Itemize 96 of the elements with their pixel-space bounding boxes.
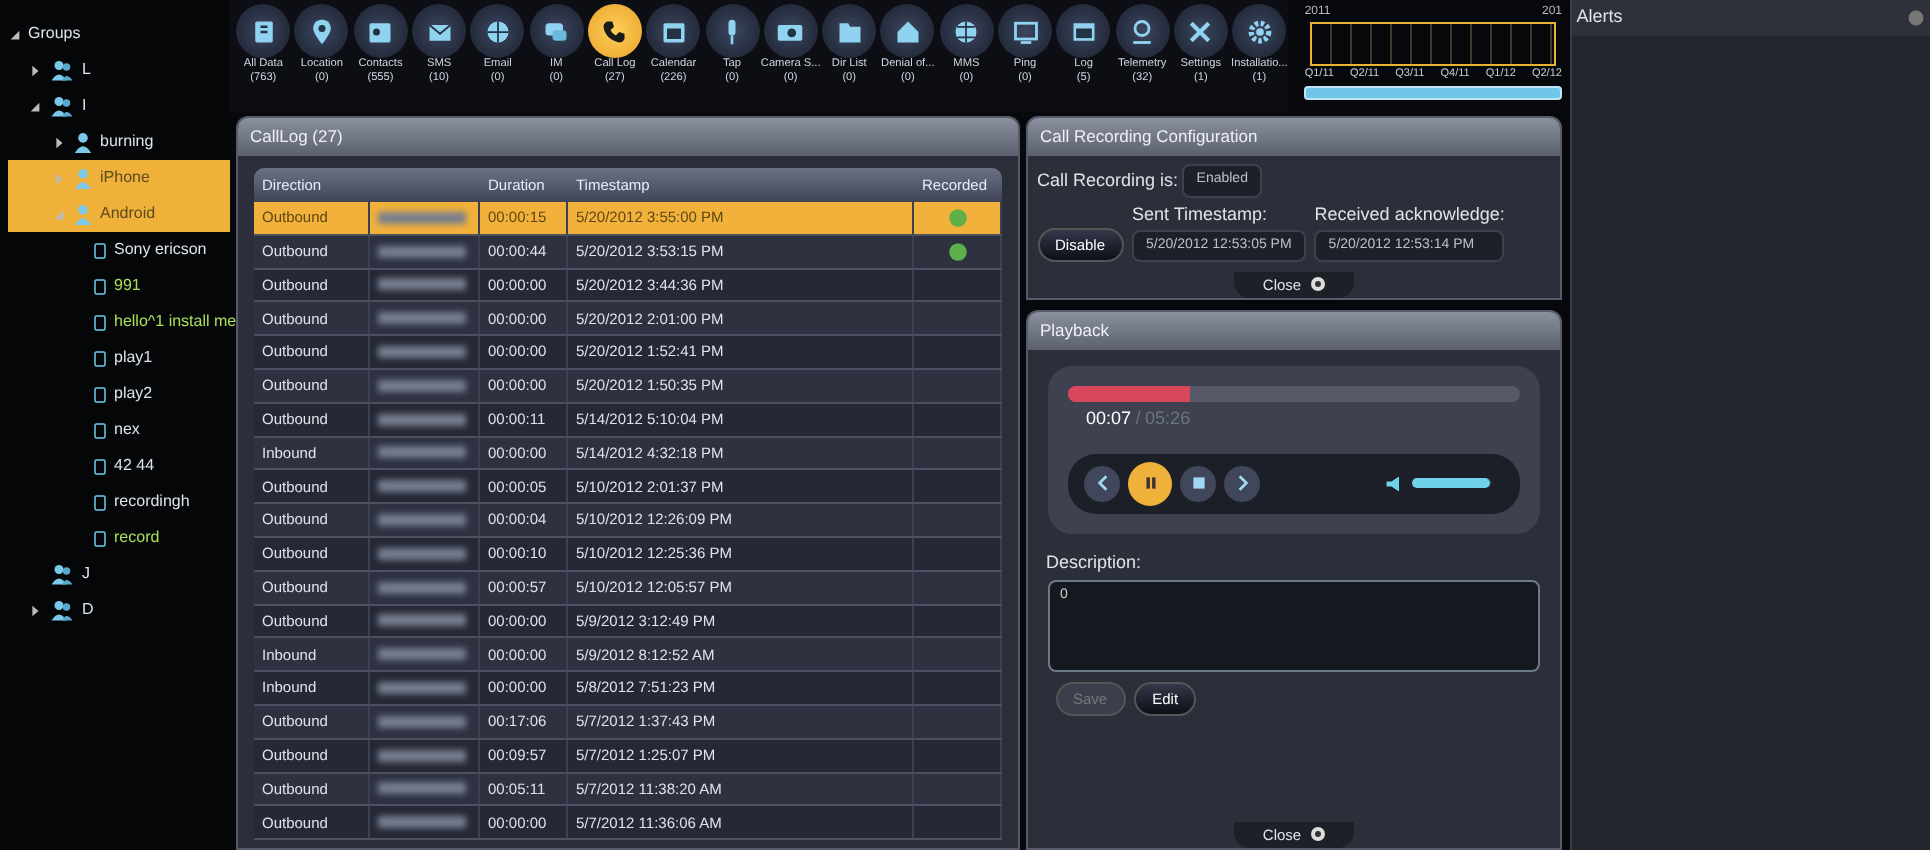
chat-icon <box>542 17 571 45</box>
blurred-number <box>378 816 466 829</box>
blurred-number <box>378 211 466 224</box>
blurred-number <box>378 278 466 291</box>
phone-icon <box>92 417 108 443</box>
next-button[interactable] <box>1224 465 1260 501</box>
tree-item[interactable]: L <box>82 58 91 82</box>
field-label: Received acknowledge: <box>1314 202 1505 228</box>
document-icon <box>249 17 278 45</box>
tree-item[interactable]: burning <box>100 130 154 154</box>
panel-menu-icon <box>1905 8 1926 28</box>
speaker-icon <box>1384 473 1404 493</box>
field-label: Call Recording is: <box>1037 167 1179 194</box>
people-icon <box>48 598 76 622</box>
panel-title: CallLog (27) <box>238 118 1018 156</box>
phone-icon <box>92 453 108 479</box>
previous-button[interactable] <box>1084 465 1120 501</box>
blurred-number <box>378 749 466 762</box>
tree-item[interactable]: D <box>82 598 94 622</box>
tools-icon <box>1186 17 1215 45</box>
panel-title: Playback <box>1028 312 1560 350</box>
next-icon <box>1233 474 1251 492</box>
phone-icon <box>92 489 108 515</box>
tree-item[interactable]: recordingh <box>114 490 190 514</box>
phone-icon <box>92 345 108 371</box>
tree-item[interactable]: hello^1 install me <box>114 310 237 334</box>
expanded-arrow-icon[interactable] <box>28 99 42 113</box>
phone-handset-icon <box>600 17 629 45</box>
blurred-number <box>378 547 466 560</box>
tree-item[interactable]: iPhone <box>100 166 150 190</box>
webcam-icon <box>1128 17 1157 45</box>
phone-icon <box>92 273 108 299</box>
tree-item[interactable]: 42 44 <box>114 454 155 478</box>
blurred-number <box>378 245 466 258</box>
collapsed-arrow-icon[interactable] <box>52 135 66 149</box>
timeline-scrollbar[interactable] <box>1304 86 1562 101</box>
blurred-number <box>378 514 466 527</box>
blurred-number <box>378 413 466 426</box>
folder-icon <box>835 17 864 45</box>
tree-item[interactable]: record <box>114 526 160 550</box>
tree-item[interactable]: nex <box>114 418 140 442</box>
blurred-number <box>378 782 466 795</box>
blurred-number <box>378 581 466 594</box>
pause-button[interactable] <box>1128 461 1172 505</box>
panel-title: Alerts <box>1576 4 1623 31</box>
calendar-icon <box>659 17 688 45</box>
blurred-number <box>378 682 466 695</box>
person-icon <box>72 202 94 226</box>
pause-icon <box>1141 474 1159 492</box>
people-icon <box>48 562 76 586</box>
tree-item[interactable]: Android <box>100 202 156 226</box>
tree-item[interactable]: Sony ericson <box>114 238 207 262</box>
close-circle-icon <box>1309 826 1326 843</box>
blurred-number <box>378 312 466 325</box>
timeline-range[interactable] <box>1310 22 1556 66</box>
phone-icon <box>92 237 108 263</box>
collapsed-arrow-icon[interactable] <box>28 63 42 77</box>
blurred-number <box>378 346 466 359</box>
close-circle-icon <box>1309 276 1326 293</box>
blurred-number <box>378 614 466 627</box>
globe-icon <box>483 17 512 45</box>
expanded-arrow-icon[interactable] <box>8 27 22 41</box>
collapsed-arrow-icon[interactable] <box>28 603 42 617</box>
house-icon <box>893 17 922 45</box>
panel-title: Call Recording Configuration <box>1028 118 1560 156</box>
globe-icon <box>952 17 981 45</box>
blurred-number <box>378 446 466 459</box>
previous-icon <box>1093 474 1111 492</box>
monitor-icon <box>1011 17 1039 45</box>
phone-icon <box>92 525 108 551</box>
phone-icon <box>92 309 108 335</box>
blurred-number <box>378 379 466 392</box>
tree-item[interactable]: Groups <box>28 22 81 46</box>
tree-item[interactable]: J <box>82 562 90 586</box>
location-pin-icon <box>307 17 336 45</box>
tree-item[interactable]: play1 <box>114 346 153 370</box>
stop-icon <box>1189 474 1207 492</box>
time-separator: / <box>1135 406 1141 432</box>
blurred-number <box>378 715 466 728</box>
blurred-number <box>378 648 466 661</box>
tree-item[interactable]: play2 <box>114 382 153 406</box>
phone-icon <box>92 381 108 407</box>
field-label: Sent Timestamp: <box>1132 202 1270 228</box>
elapsed-time: 00:07 <box>1086 406 1132 432</box>
blurred-number <box>378 480 466 493</box>
stop-button[interactable] <box>1180 465 1216 501</box>
window-icon <box>1069 17 1098 45</box>
settings-icon <box>1245 17 1274 45</box>
person-icon <box>72 130 94 154</box>
people-icon <box>48 94 76 118</box>
tree-item[interactable]: I <box>82 94 87 118</box>
person-icon <box>72 166 94 190</box>
tree-item[interactable]: 991 <box>114 274 141 298</box>
id-card-icon <box>366 17 395 45</box>
people-icon <box>48 58 76 82</box>
field-label: Description: <box>1046 549 1144 576</box>
